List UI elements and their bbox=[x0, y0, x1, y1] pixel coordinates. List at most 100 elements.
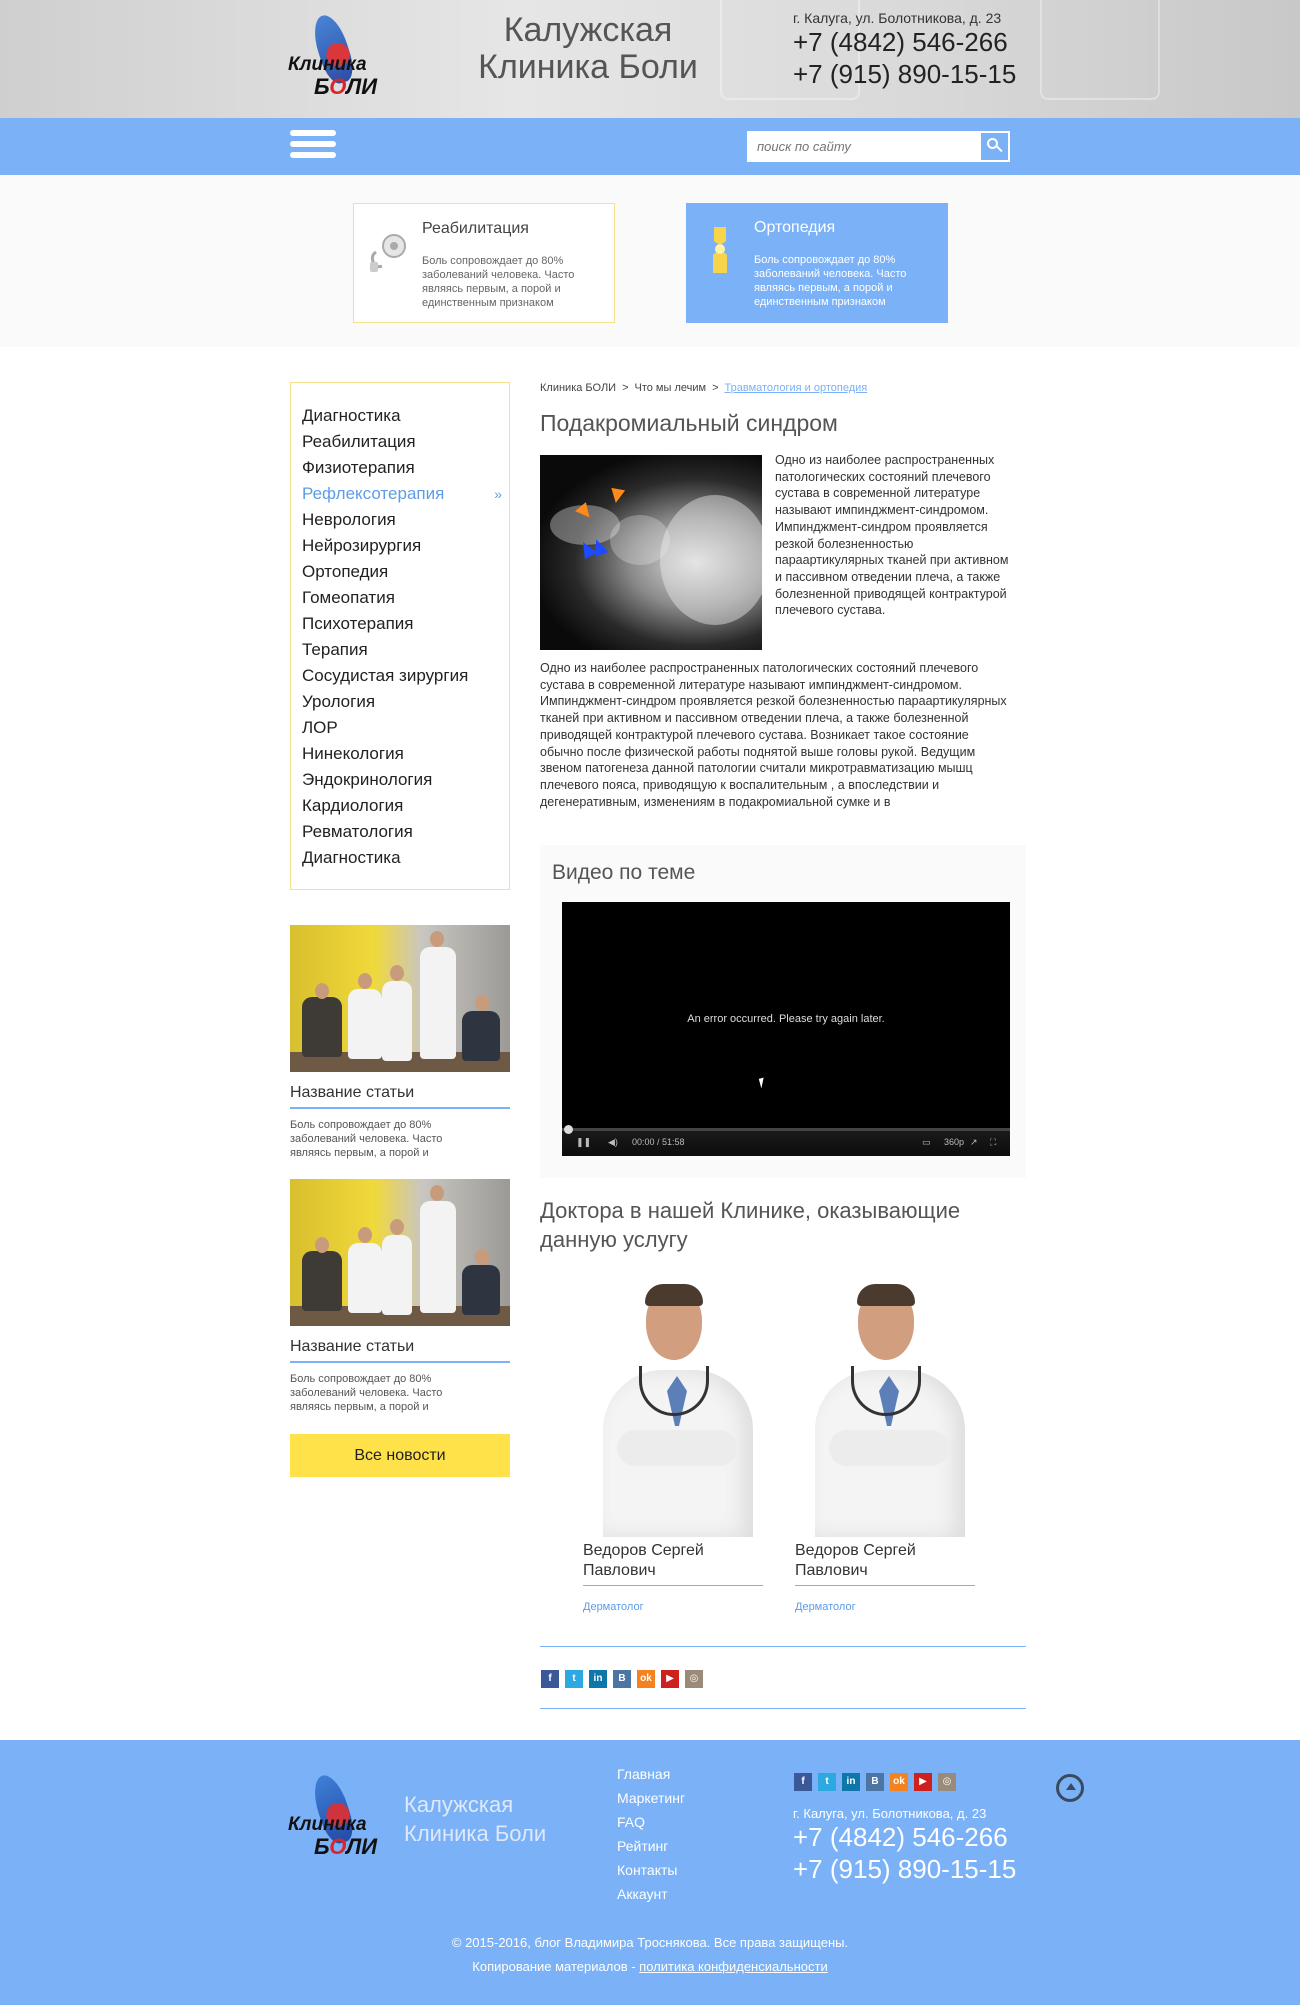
sidebar-item-neurosurgery[interactable]: Нейрозирургия bbox=[302, 533, 509, 559]
sidebar-item-rheumatology[interactable]: Ревматология bbox=[302, 819, 509, 845]
services-section: Реабилитация Боль сопровождает до 80% за… bbox=[0, 175, 1300, 347]
header-decoration bbox=[1040, 0, 1160, 100]
logo-text-line1: Клиника bbox=[288, 54, 367, 75]
footer-link-home[interactable]: Главная bbox=[617, 1762, 685, 1786]
footer-link-account[interactable]: Аккаунт bbox=[617, 1882, 685, 1906]
video-time: 00:00 / 51:58 bbox=[632, 1137, 685, 1147]
youtube-icon[interactable]: ▶ bbox=[914, 1773, 932, 1791]
search-input[interactable] bbox=[749, 133, 979, 160]
sidebar-item-urology[interactable]: Урология bbox=[302, 689, 509, 715]
all-news-button[interactable]: Все новости bbox=[290, 1434, 510, 1477]
vk-icon[interactable]: B bbox=[866, 1773, 884, 1791]
breadcrumb-current[interactable]: Травматология и ортопедия bbox=[725, 382, 868, 394]
pause-icon[interactable]: ❚❚ bbox=[576, 1137, 591, 1148]
site-header: Клиника БОЛИ Калужская Клиника Боли г. К… bbox=[0, 0, 1300, 118]
service-card-ortho[interactable]: Ортопедия Боль сопровождает до 80% забол… bbox=[686, 203, 948, 323]
address: г. Калуга, ул. Болотникова, д. 23 bbox=[793, 10, 1002, 26]
fullscreen-icon[interactable]: ⛶ bbox=[990, 1137, 996, 1148]
facebook-icon[interactable]: f bbox=[794, 1773, 812, 1791]
footer-phone-2[interactable]: +7 (915) 890-15-15 bbox=[793, 1853, 1016, 1885]
doctor-photo[interactable] bbox=[583, 1280, 763, 1537]
sidebar-item-homeopathy[interactable]: Гомеопатия bbox=[302, 585, 509, 611]
captions-icon[interactable]: ▭ bbox=[922, 1137, 931, 1148]
odnoklassniki-icon[interactable]: ok bbox=[637, 1670, 655, 1688]
divider bbox=[540, 1708, 1026, 1709]
footer-socials: f t in B ok ▶ ◎ bbox=[794, 1773, 956, 1791]
sidebar-item-psychotherapy[interactable]: Психотерапия bbox=[302, 611, 509, 637]
privacy-policy-link[interactable]: политика конфиденсиальности bbox=[639, 1959, 828, 1974]
chevron-right-icon: » bbox=[494, 486, 502, 502]
footer-phone-1[interactable]: +7 (4842) 546-266 bbox=[793, 1821, 1016, 1853]
sidebar-item-vascular-surgery[interactable]: Сосудистая зирургия bbox=[302, 663, 509, 689]
footer-link-faq[interactable]: FAQ bbox=[617, 1810, 685, 1834]
twitter-icon[interactable]: t bbox=[565, 1670, 583, 1688]
news-desc: Боль сопровождает до 80% заболеваний чел… bbox=[290, 1119, 443, 1159]
footer-links: Главная Маркетинг FAQ Рейтинг Контакты А… bbox=[617, 1762, 685, 1906]
odnoklassniki-icon[interactable]: ok bbox=[890, 1773, 908, 1791]
social-share-bar: f t in B ok ▶ ◎ bbox=[541, 1670, 703, 1688]
doctors-title: Доктора в нашей Клинике, оказывающие дан… bbox=[540, 1198, 961, 1252]
xray-image bbox=[540, 455, 762, 650]
news-title[interactable]: Название статьи bbox=[290, 1326, 510, 1363]
doctor-name[interactable]: Ведоров Сергей Павлович bbox=[795, 1537, 975, 1586]
service-title: Ортопедия bbox=[754, 219, 836, 236]
footer-site-name: Калужская Клиника Боли bbox=[404, 1792, 547, 1846]
news-title[interactable]: Название статьи bbox=[290, 1072, 510, 1109]
instagram-icon[interactable]: ◎ bbox=[938, 1773, 956, 1791]
copyright: © 2015-2016, блог Владимира Троснякова. … bbox=[451, 1935, 849, 1950]
video-quality[interactable]: 360p bbox=[944, 1137, 964, 1147]
breadcrumb: Клиника БОЛИ > Что мы лечим > Травматология … bbox=[540, 382, 868, 394]
sidebar-item-gynecology[interactable]: Нинекология bbox=[302, 741, 509, 767]
hamburger-icon[interactable] bbox=[290, 130, 336, 164]
sidebar-item-diagnostics[interactable]: Диагностика bbox=[302, 403, 509, 429]
news-photo[interactable] bbox=[290, 925, 510, 1072]
doctor-specialty[interactable]: Дерматолог bbox=[583, 1601, 763, 1613]
joint-icon bbox=[713, 227, 727, 273]
news-item: Название статьи Боль сопровождает до 80%… bbox=[290, 1179, 510, 1414]
twitter-icon[interactable]: t bbox=[818, 1773, 836, 1791]
sidebar-item-therapy[interactable]: Терапия bbox=[302, 637, 509, 663]
scroll-to-top-icon[interactable] bbox=[1056, 1774, 1084, 1802]
instagram-icon[interactable]: ◎ bbox=[685, 1670, 703, 1688]
youtube-icon[interactable]: ▶ bbox=[661, 1670, 679, 1688]
site-logo[interactable]: Клиника БОЛИ bbox=[288, 10, 398, 110]
sidebar-item-neurology[interactable]: Неврология bbox=[302, 507, 509, 533]
linkedin-icon[interactable]: in bbox=[842, 1773, 860, 1791]
facebook-icon[interactable]: f bbox=[541, 1670, 559, 1688]
footer-link-marketing[interactable]: Маркетинг bbox=[617, 1786, 685, 1810]
phone-2[interactable]: +7 (915) 890-15-15 bbox=[793, 58, 1016, 90]
footer-link-contacts[interactable]: Контакты bbox=[617, 1858, 685, 1882]
mouse-cursor-icon bbox=[758, 1077, 767, 1089]
search-button[interactable] bbox=[981, 133, 1008, 160]
service-title: Реабилитация bbox=[422, 220, 529, 237]
doctor-specialty[interactable]: Дерматолог bbox=[795, 1601, 975, 1613]
sidebar-item-cardiology[interactable]: Кардиология bbox=[302, 793, 509, 819]
doctor-card: Ведоров Сергей Павлович Дерматолог bbox=[795, 1280, 975, 1613]
share-icon[interactable]: ↗ bbox=[970, 1137, 978, 1148]
sidebar-item-orthopedics[interactable]: Ортопедия bbox=[302, 559, 509, 585]
news-item: Название статьи Боль сопровождает до 80%… bbox=[290, 925, 510, 1160]
footer-link-rating[interactable]: Рейтинг bbox=[617, 1834, 685, 1858]
arrow-icon bbox=[608, 487, 626, 505]
sidebar-item-ent[interactable]: ЛОР bbox=[302, 715, 509, 741]
service-card-rehab[interactable]: Реабилитация Боль сопровождает до 80% за… bbox=[353, 203, 615, 323]
phone-1[interactable]: +7 (4842) 546-266 bbox=[793, 26, 1016, 58]
vk-icon[interactable]: B bbox=[613, 1670, 631, 1688]
linkedin-icon[interactable]: in bbox=[589, 1670, 607, 1688]
sidebar-item-physiotherapy[interactable]: Физиотерапия bbox=[302, 455, 509, 481]
logo-text-line2: БОЛИ bbox=[314, 1834, 378, 1859]
sidebar-item-endocrinology[interactable]: Эндокринология bbox=[302, 767, 509, 793]
volume-icon[interactable]: ◀) bbox=[608, 1137, 618, 1148]
doctor-name[interactable]: Ведоров Сергей Павлович bbox=[583, 1537, 763, 1586]
sidebar-item-diagnostics-2[interactable]: Диагностика bbox=[302, 845, 509, 871]
sidebar-item-reflexotherapy[interactable]: Рефлексотерапия» bbox=[302, 481, 509, 507]
footer-logo[interactable]: Клиника БОЛИ bbox=[288, 1770, 398, 1870]
sidebar-item-rehabilitation[interactable]: Реабилитация bbox=[302, 429, 509, 455]
breadcrumb-what-we-treat[interactable]: Что мы лечим bbox=[635, 382, 707, 394]
video-progress[interactable] bbox=[562, 1125, 1010, 1134]
breadcrumb-home[interactable]: Клиника БОЛИ bbox=[540, 382, 616, 394]
video-controls: ❚❚ ◀) 00:00 / 51:58 ▭ 360p ↗ ⛶ bbox=[562, 1125, 1010, 1156]
video-player[interactable]: An error occurred. Please try again late… bbox=[562, 902, 1010, 1156]
news-photo[interactable] bbox=[290, 1179, 510, 1326]
doctor-photo[interactable] bbox=[795, 1280, 975, 1537]
